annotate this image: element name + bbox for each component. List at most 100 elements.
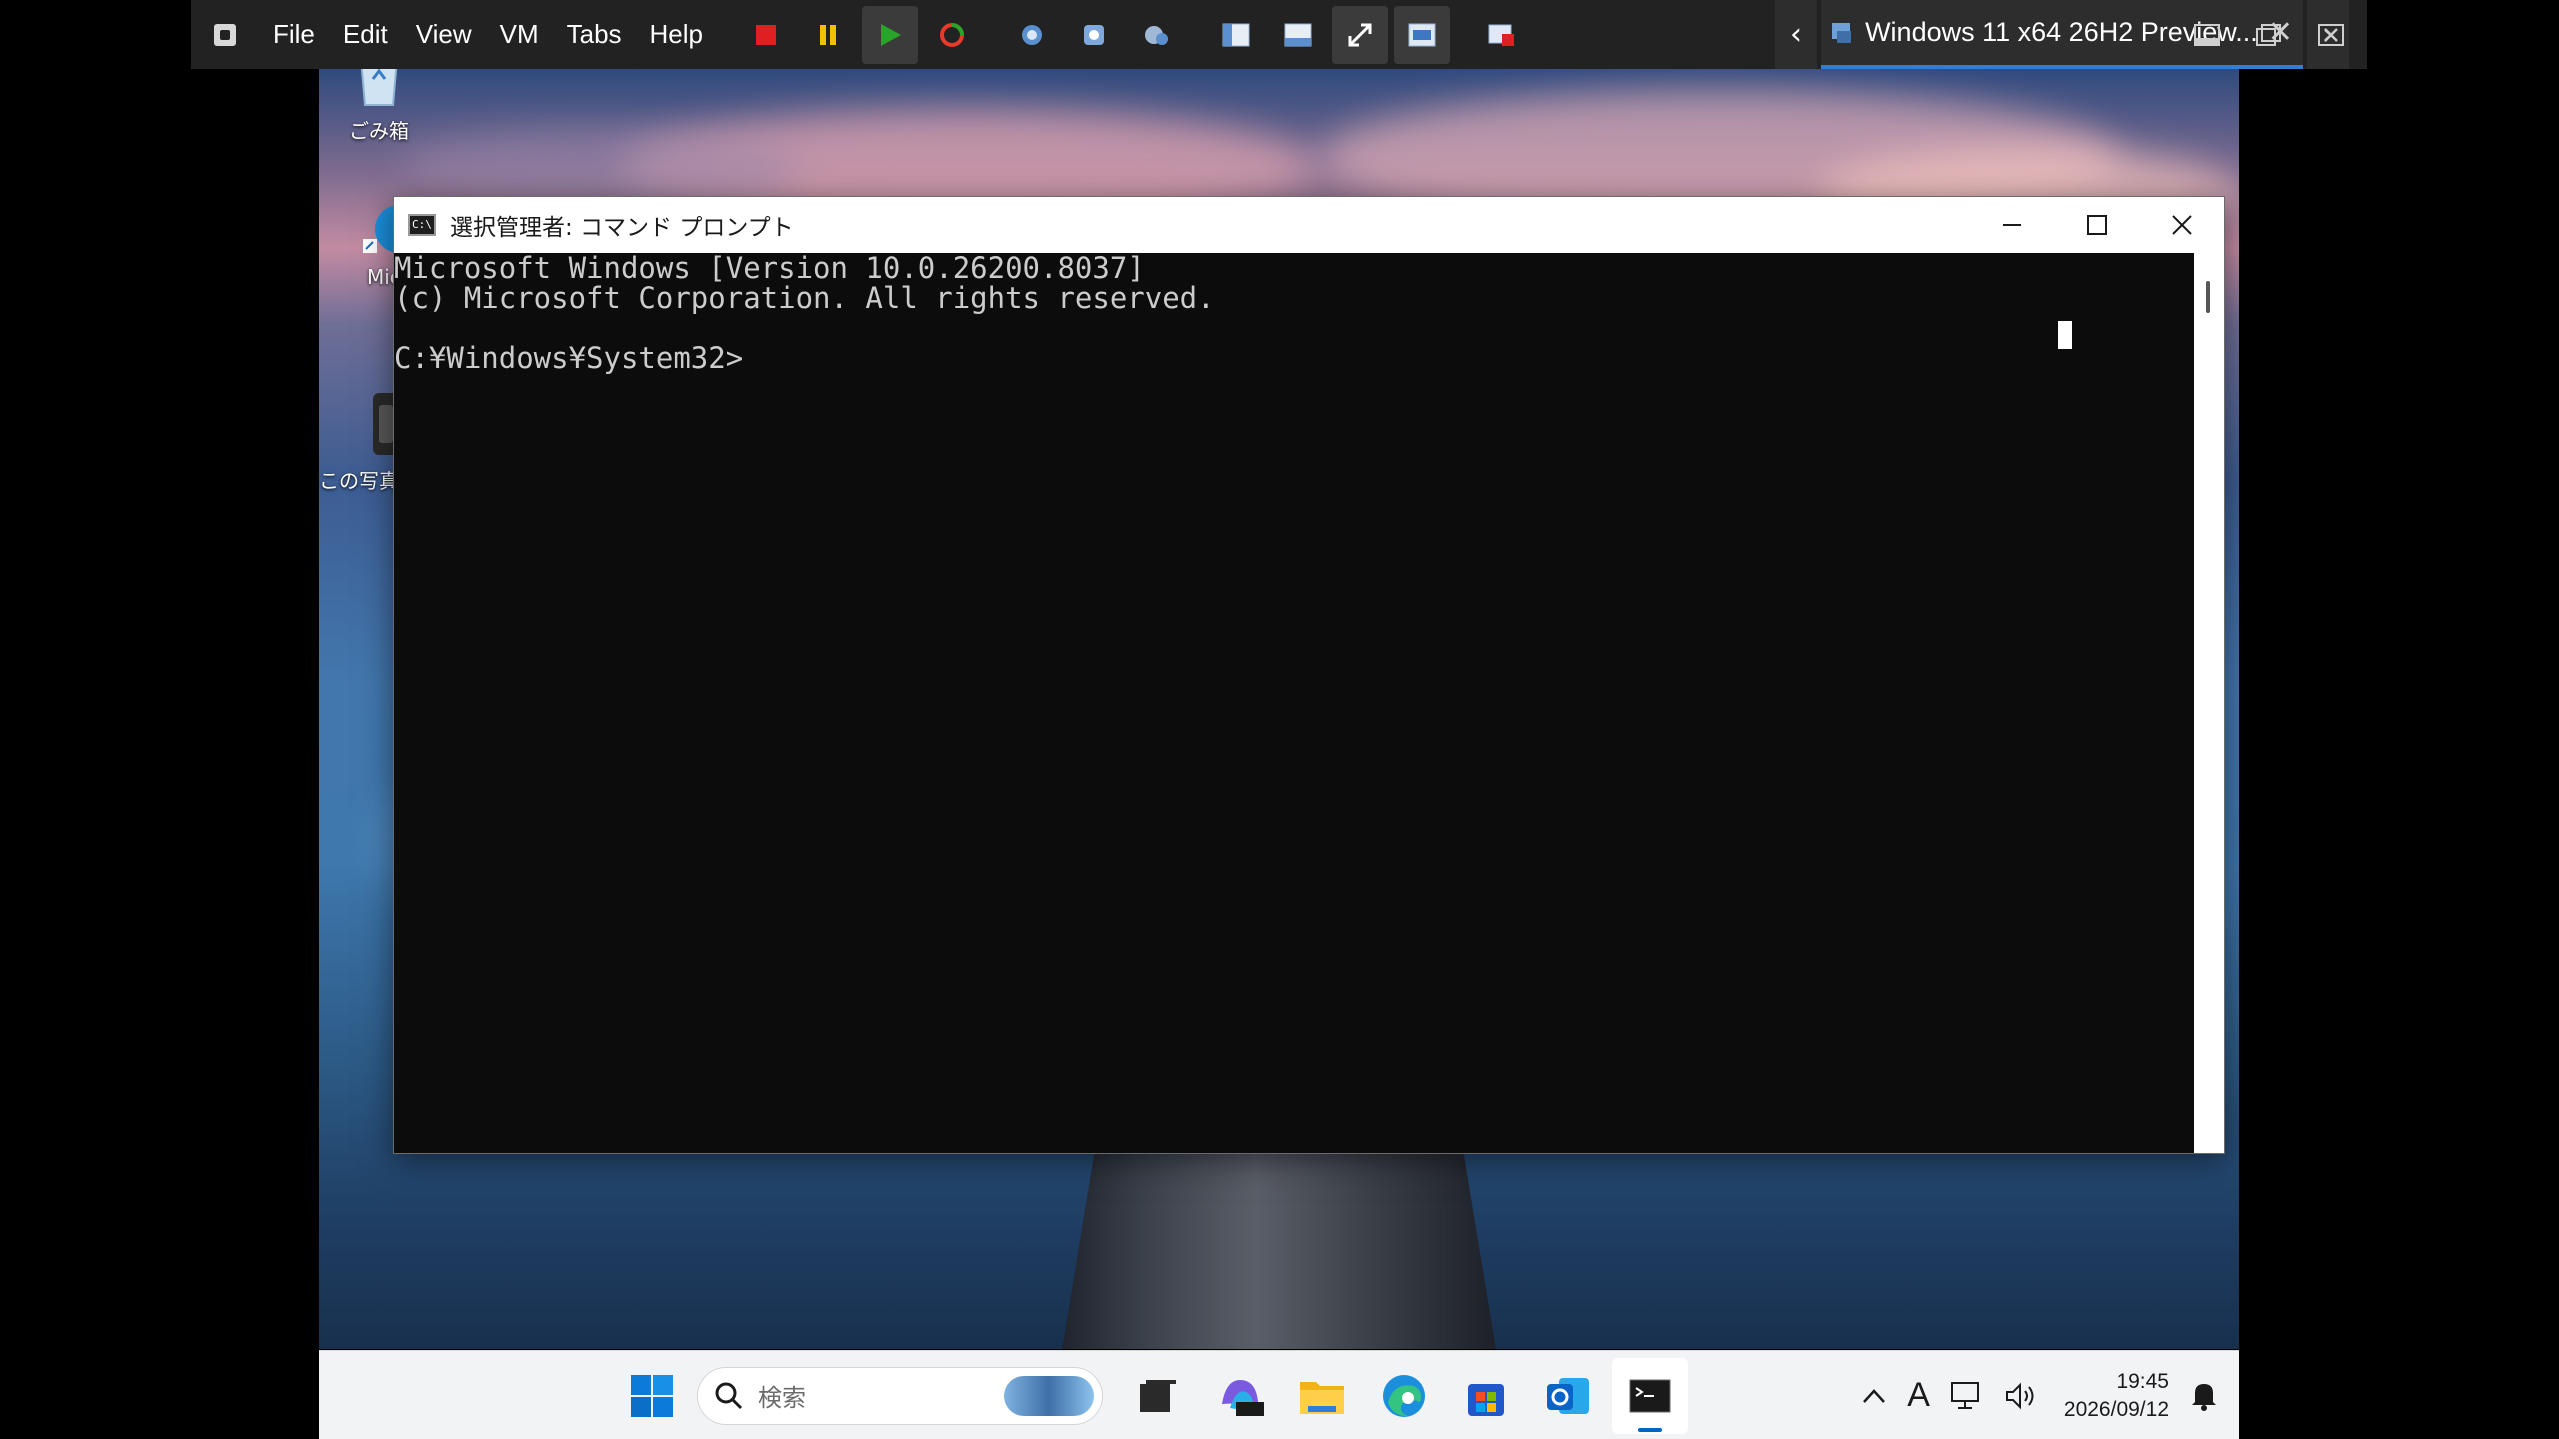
taskbar-app-terminal[interactable] [1612,1357,1688,1434]
menu-help[interactable]: Help [636,0,717,69]
taskbar-app-outlook[interactable] [1530,1358,1606,1434]
search-highlight-image [1004,1375,1094,1416]
system-tray: A 19:45 2026/09/12 [1841,1351,2219,1439]
show-library-button[interactable] [1208,6,1264,64]
notification-center-button[interactable] [2189,1380,2219,1412]
menu-view[interactable]: View [402,0,486,69]
cmd-window-controls [1969,197,2224,253]
edge-icon [1383,1374,1425,1417]
console-line: (c) Microsoft Corporation. All rights re… [394,281,1215,315]
unity-button[interactable] [1394,5,1451,64]
snapshot-button[interactable] [1004,6,1060,64]
play-icon [881,23,902,46]
taskbar-app-microsoft-store[interactable] [1448,1358,1524,1434]
task-view-icon [1140,1379,1176,1412]
power-on-button[interactable] [862,5,919,64]
host-close-button[interactable] [2305,9,2357,61]
taskbar-app-edge[interactable] [1366,1358,1442,1434]
console-cursor [2058,321,2072,349]
cmd-close-button[interactable] [2139,197,2224,253]
cmd-window[interactable]: C:\ 選択管理者: コマンド プロンプト Microsoft Windows … [393,196,2225,1154]
restore-icon [2256,23,2281,46]
revert-snapshot-icon [1084,24,1105,45]
host-minimize-button[interactable] [2181,9,2233,61]
vm-tab-icon [1832,22,1852,43]
close-icon [2171,215,2192,235]
console-view-icon [1488,24,1515,46]
desktop-icon-recycle-bin[interactable]: ごみ箱 [319,69,439,144]
cmd-scrollbar[interactable] [2194,253,2224,1153]
library-icon [1222,23,1250,46]
search-icon [715,1382,743,1409]
show-hidden-icons-button[interactable] [1861,1386,1887,1406]
clock[interactable]: 19:45 2026/09/12 [2064,1368,2169,1424]
suspend-button[interactable] [800,6,856,64]
console-view-button[interactable] [1474,6,1530,64]
store-icon [1468,1383,1504,1416]
maximize-icon [2086,215,2107,235]
full-screen-button[interactable] [1332,5,1389,64]
cmd-app-icon: C:\ [408,214,436,236]
snapshot-manager-button[interactable] [1128,6,1184,64]
cmd-window-title: 選択管理者: コマンド プロンプト [450,215,794,241]
vmware-app-icon[interactable] [201,0,249,69]
cmd-minimize-button[interactable] [1969,197,2054,253]
taskbar-search-box[interactable]: 検索 [697,1366,1103,1425]
taskbar-apps: 検索 [621,1351,1691,1439]
ime-indicator[interactable]: A [1907,1376,1930,1415]
taskbar-app-m365-copilot[interactable] [1202,1358,1278,1434]
vm-host-toolbar: File Edit View VM Tabs Help ‹ Windows 11… [191,0,2367,69]
menu-tabs[interactable]: Tabs [553,0,636,69]
host-restore-button[interactable] [2243,9,2295,61]
task-view-button[interactable] [1120,1358,1196,1434]
revert-snapshot-button[interactable] [1066,6,1122,64]
volume-control[interactable] [2004,1381,2038,1411]
thumbnail-icon [1284,23,1312,46]
network-status[interactable] [1950,1381,1984,1411]
clock-time: 19:45 [2116,1369,2169,1393]
desktop-icon-photo[interactable]: この写真 [319,389,399,494]
m365-copilot-icon [1222,1379,1264,1416]
close-icon [2318,23,2344,46]
recycle-bin-icon [360,69,398,106]
cmd-titlebar[interactable]: C:\ 選択管理者: コマンド プロンプト [394,197,2224,253]
taskbar-app-file-explorer[interactable] [1284,1358,1360,1434]
guest-desktop: ごみ箱 Micr この写真 C:\ 選択管理者: コマンド プロンプト Micr… [319,69,2239,1349]
menu-vm[interactable]: VM [486,0,553,69]
pause-icon [820,24,837,45]
folder-icon [1300,1381,1344,1414]
cmd-maximize-button[interactable] [2054,197,2139,253]
snapshot-icon [1022,24,1043,45]
start-button[interactable] [621,1365,683,1427]
menu-edit[interactable]: Edit [329,0,402,69]
search-placeholder: 検索 [758,1384,806,1412]
network-icon [1950,1381,1979,1409]
chevron-up-icon [1863,1388,1886,1403]
clock-date: 2026/09/12 [2063,1397,2169,1421]
snapshot-manager-icon [1145,25,1169,45]
taskbar: 検索 A 19:45 2026/09/12 [319,1350,2239,1439]
host-window-controls [2171,0,2357,69]
minimize-icon [2002,224,2021,226]
restart-button[interactable] [924,6,980,64]
menu-file[interactable]: File [259,0,329,69]
scrollbar-thumb[interactable] [2206,281,2210,313]
expand-icon [1348,23,1372,46]
host-menu-bar: File Edit View VM Tabs Help [259,0,717,69]
power-off-button[interactable] [738,6,794,64]
minimize-icon [2194,23,2220,46]
outlook-icon [1547,1377,1589,1414]
thumbnail-bar-button[interactable] [1270,6,1326,64]
wallpaper-pier [1049,1149,1509,1349]
cmd-console-output[interactable]: Microsoft Windows [Version 10.0.26200.80… [394,253,2194,1153]
speaker-icon [2005,1382,2034,1409]
tab-scroll-left-button[interactable]: ‹ [1775,0,1818,69]
bell-icon [2192,1383,2216,1411]
unity-icon [1408,23,1436,46]
console-prompt: C:¥Windows¥System32> [394,341,744,375]
restart-icon [940,22,965,47]
chevron-left-icon: ‹ [1790,17,1803,52]
windows-logo-icon [631,1374,673,1417]
stop-icon [756,24,777,45]
